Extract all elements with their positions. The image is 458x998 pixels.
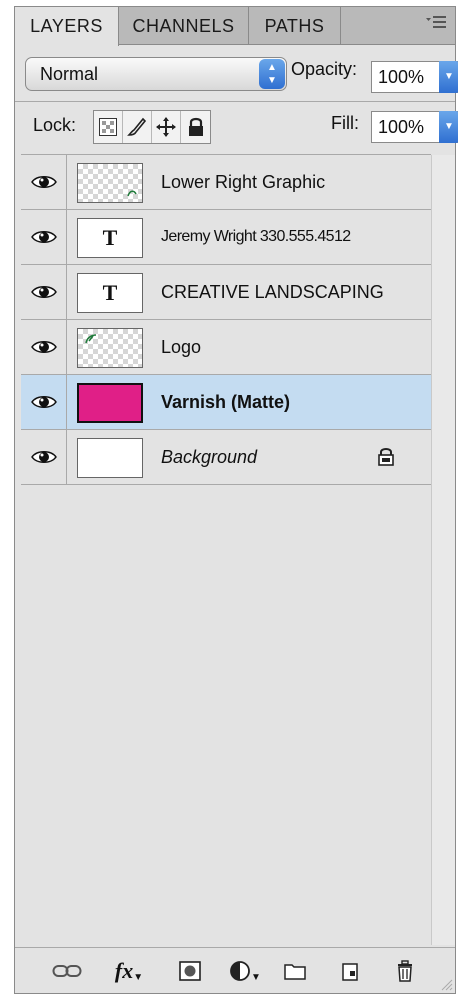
opacity-value: 100% (378, 67, 425, 87)
opacity-dropdown-icon[interactable]: ▼ (439, 61, 458, 93)
link-layers-icon[interactable] (49, 958, 85, 984)
panel-menu-icon[interactable] (423, 15, 449, 35)
visibility-eye-icon[interactable] (21, 320, 67, 374)
tab-bar: LAYERS CHANNELS PATHS (15, 7, 455, 46)
layer-style-icon[interactable]: fx ▼ (109, 958, 149, 984)
layer-row-logo[interactable]: Logo (21, 320, 431, 375)
layer-thumbnail (77, 163, 143, 203)
layer-name: CREATIVE LANDSCAPING (161, 282, 384, 302)
add-mask-icon[interactable] (175, 958, 205, 984)
visibility-eye-icon[interactable] (21, 155, 67, 209)
layer-row-background[interactable]: Background (21, 430, 431, 485)
lock-transparent-pixels-icon[interactable] (94, 111, 123, 143)
lock-image-pixels-icon[interactable] (123, 111, 152, 143)
layers-toolbar: fx ▼ ▼ (15, 947, 455, 993)
lock-label: Lock: (33, 115, 77, 135)
adjustment-layer-icon[interactable]: ▼ (225, 958, 265, 984)
fill-label: Fill: (331, 113, 359, 133)
visibility-eye-icon[interactable] (21, 210, 67, 264)
delete-layer-icon[interactable] (391, 958, 419, 984)
fill-field[interactable]: 100% ▼ (371, 111, 458, 143)
visibility-eye-icon[interactable] (21, 375, 67, 429)
opacity-field[interactable]: 100% ▼ (371, 61, 458, 93)
lock-all-icon[interactable] (181, 111, 210, 143)
layer-name: Varnish (Matte) (161, 392, 291, 412)
layer-row-jeremy-wright[interactable]: T Jeremy Wright 330.555.4512 (21, 210, 431, 265)
layer-style-label: fx (114, 958, 134, 983)
blend-mode-select[interactable]: Normal ▲ ▼ (25, 57, 287, 91)
fill-value: 100% (378, 117, 425, 137)
text-layer-thumbnail: T (77, 218, 143, 258)
layers-list: Lower Right Graphic T Jeremy Wright 330.… (21, 155, 431, 485)
layer-row-lower-right-graphic[interactable]: Lower Right Graphic (21, 155, 431, 210)
blend-mode-value: Normal (40, 64, 99, 84)
new-group-icon[interactable] (281, 958, 309, 984)
tab-channels[interactable]: CHANNELS (119, 7, 249, 45)
layers-scrollbar[interactable] (431, 155, 455, 945)
text-layer-thumbnail: T (77, 273, 143, 313)
divider (15, 101, 455, 102)
layer-name: Jeremy Wright 330.555.4512 (161, 228, 351, 245)
layer-row-creative-landscaping[interactable]: T CREATIVE LANDSCAPING (21, 265, 431, 320)
layer-row-varnish-matte[interactable]: Varnish (Matte) (21, 375, 431, 430)
blend-mode-stepper-icon[interactable]: ▲ ▼ (259, 59, 285, 89)
tab-paths[interactable]: PATHS (249, 7, 341, 45)
fill-dropdown-icon[interactable]: ▼ (439, 111, 458, 143)
lock-position-icon[interactable] (152, 111, 181, 143)
layer-thumbnail (77, 328, 143, 368)
visibility-eye-icon[interactable] (21, 430, 67, 484)
new-layer-icon[interactable] (337, 958, 365, 984)
lock-buttons (93, 110, 211, 144)
resize-grip-icon[interactable] (439, 977, 453, 991)
layer-name: Background (161, 447, 258, 467)
fill-layer-thumbnail (77, 383, 143, 423)
layer-thumbnail (77, 438, 143, 478)
layer-name: Lower Right Graphic (161, 172, 326, 192)
layer-lock-icon (377, 446, 395, 471)
tab-layers[interactable]: LAYERS (15, 7, 119, 46)
layers-panel: LAYERS CHANNELS PATHS Normal ▲ ▼ Opacity:… (14, 6, 458, 994)
layer-name: Logo (161, 337, 202, 357)
opacity-label: Opacity: (291, 59, 358, 79)
visibility-eye-icon[interactable] (21, 265, 67, 319)
